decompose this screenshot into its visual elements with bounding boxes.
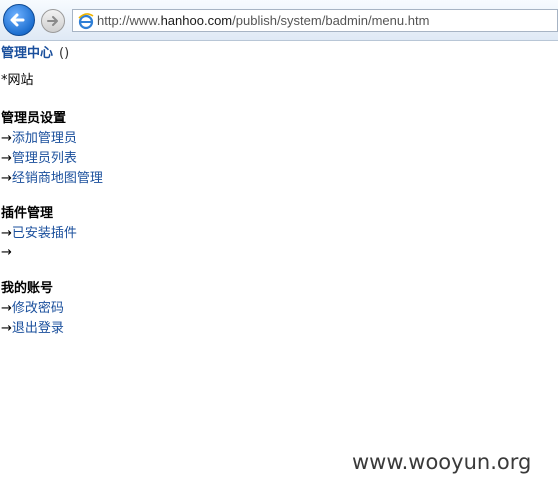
arrow-icon: → (1, 226, 12, 241)
ie-icon (78, 13, 94, 30)
arrow-icon: → (1, 321, 12, 336)
menu-link[interactable]: 已安装插件 (12, 226, 77, 241)
forward-arrow-icon (47, 16, 58, 26)
menu-item-change-password[interactable]: →修改密码 (1, 300, 64, 318)
url-text[interactable]: http://www.hanhoo.com/publish/system/bad… (97, 13, 429, 28)
menu-item-admin-list[interactable]: →管理员列表 (1, 150, 77, 168)
group-heading-my-account: 我的账号 (1, 281, 54, 296)
url-domain: hanhoo.com (160, 13, 233, 28)
back-arrow-icon (10, 13, 25, 27)
arrow-icon: → (1, 151, 12, 166)
arrow-icon: → (1, 301, 12, 316)
menu-link[interactable]: 添加管理员 (12, 131, 77, 146)
group-heading-plugin-management: 插件管理 (1, 206, 54, 221)
forward-button[interactable] (41, 9, 65, 33)
menu-link[interactable]: 修改密码 (12, 301, 64, 316)
arrow-icon: → (1, 131, 12, 146)
menu-item-empty[interactable]: → (1, 244, 12, 262)
menu-link[interactable]: 退出登录 (12, 321, 64, 336)
menu-link[interactable]: 经销商地图管理 (12, 171, 103, 186)
site-label: 网站 (7, 73, 34, 88)
url-path: /publish/system/badmin/menu.htm (232, 13, 430, 28)
menu-item-logout[interactable]: →退出登录 (1, 320, 64, 338)
menu-link[interactable]: 管理员列表 (12, 151, 77, 166)
back-button[interactable] (3, 4, 35, 36)
browser-toolbar: http://www.hanhoo.com/publish/system/bad… (0, 0, 558, 41)
page-title-line: 管理中心 () (1, 42, 69, 61)
title-extra: () (59, 46, 70, 61)
group-heading-admin-settings: 管理员设置 (1, 111, 67, 126)
page-title-link[interactable]: 管理中心 (1, 46, 53, 61)
site-row: *网站 (1, 72, 34, 90)
menu-item-add-admin[interactable]: →添加管理员 (1, 130, 77, 148)
url-prefix: http://www. (97, 13, 161, 28)
menu-item-dealer-map[interactable]: →经销商地图管理 (1, 170, 103, 188)
watermark: www.wooyun.org (352, 450, 532, 474)
menu-item-installed-plugins[interactable]: →已安装插件 (1, 225, 77, 243)
arrow-icon: → (1, 171, 12, 186)
address-bar[interactable]: http://www.hanhoo.com/publish/system/bad… (72, 9, 558, 32)
arrow-icon: → (1, 245, 12, 260)
